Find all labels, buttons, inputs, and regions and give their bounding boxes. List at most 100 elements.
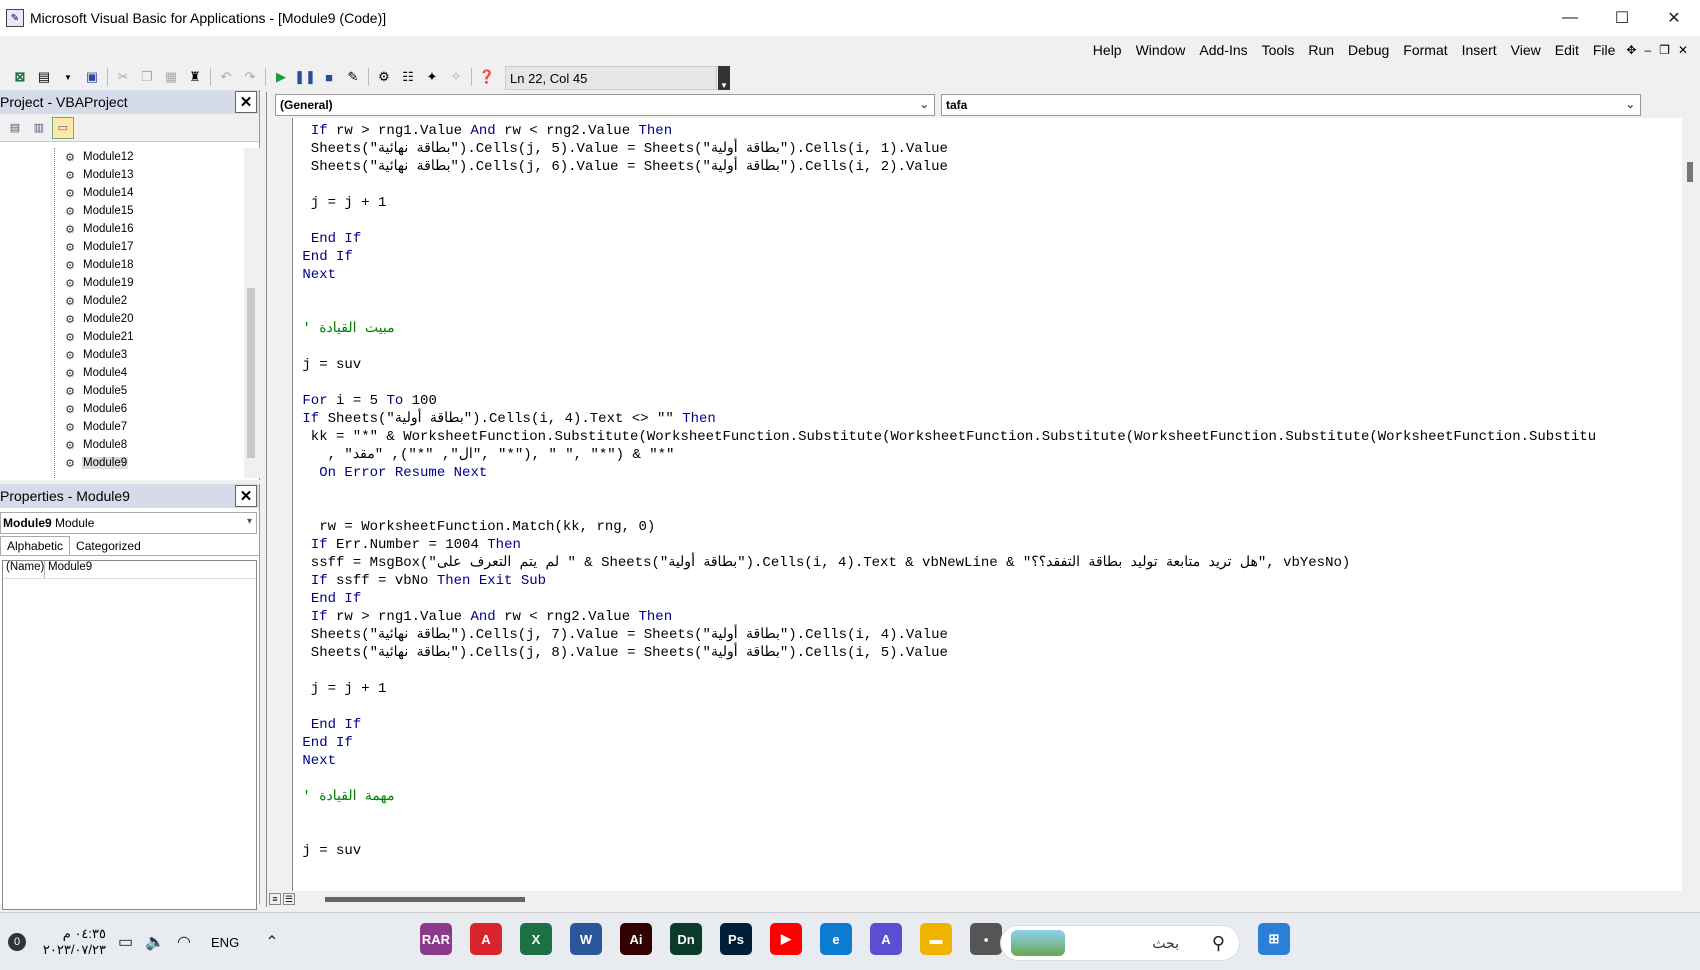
tree-item-module[interactable]: ⚙ Module15 xyxy=(0,202,244,220)
redo-icon[interactable]: ↷ xyxy=(238,66,262,88)
excel-view-icon[interactable]: ⊠ xyxy=(8,66,32,88)
menu-insert[interactable]: Insert xyxy=(1455,42,1504,58)
winrar-app-icon[interactable]: RAR xyxy=(420,923,452,955)
code-editor[interactable]: If rw > rng1.Value And rw < rng2.Value T… xyxy=(294,122,1672,892)
reset-icon[interactable]: ■ xyxy=(317,66,341,88)
code-line[interactable] xyxy=(294,212,1672,230)
menu-add-ins[interactable]: Add-Ins xyxy=(1192,42,1254,58)
wifi-icon[interactable]: ◠ xyxy=(177,932,191,952)
code-line[interactable]: ' مهمة القيادة xyxy=(294,788,1672,806)
tab-alphabetic[interactable]: Alphabetic xyxy=(0,536,71,555)
code-line[interactable] xyxy=(294,500,1672,518)
tree-item-module[interactable]: ⚙ Module4 xyxy=(0,364,244,382)
code-line[interactable]: j = suv xyxy=(294,842,1672,860)
chevron-up-icon[interactable]: ⌃ xyxy=(265,932,278,952)
tree-item-module[interactable]: ⚙ Module19 xyxy=(0,274,244,292)
code-line[interactable] xyxy=(294,338,1672,356)
code-line[interactable]: If Err.Number = 1004 Then xyxy=(294,536,1672,554)
code-line[interactable]: j = j + 1 xyxy=(294,680,1672,698)
code-line[interactable] xyxy=(294,824,1672,842)
vertical-scrollbar[interactable] xyxy=(1682,118,1700,893)
procedure-view-icon[interactable]: ≡ xyxy=(269,893,281,905)
close-icon[interactable]: ✕ xyxy=(235,91,257,113)
menu-debug[interactable]: Debug xyxy=(1341,42,1396,58)
code-line[interactable]: Sheets("بطاقة نهائية").Cells(j, 5).Value… xyxy=(294,140,1672,158)
code-line[interactable]: End If xyxy=(294,230,1672,248)
dimension-app-icon[interactable]: Dn xyxy=(670,923,702,955)
notification-badge[interactable]: 0 xyxy=(8,933,26,951)
tree-item-module[interactable]: ⚙ Module13 xyxy=(0,166,244,184)
tree-item-module[interactable]: ⚙ Module16 xyxy=(0,220,244,238)
code-line[interactable] xyxy=(294,698,1672,716)
code-line[interactable]: j = j + 1 xyxy=(294,194,1672,212)
code-line[interactable]: Next xyxy=(294,266,1672,284)
code-line[interactable]: Sheets("بطاقة نهائية").Cells(j, 6).Value… xyxy=(294,158,1672,176)
cut-icon[interactable]: ✂ xyxy=(111,66,135,88)
code-line[interactable]: Next xyxy=(294,752,1672,770)
code-line[interactable]: ssff = MsgBox("لم يتم التعرف على " & She… xyxy=(294,554,1672,572)
code-line[interactable]: End If xyxy=(294,716,1672,734)
code-line[interactable] xyxy=(294,806,1672,824)
code-line[interactable]: j = suv xyxy=(294,356,1672,374)
procedure-dropdown[interactable]: tafa ⌄ xyxy=(941,94,1641,116)
code-line[interactable] xyxy=(294,302,1672,320)
chevron-down-icon[interactable]: ▼ xyxy=(56,66,80,88)
copy-icon[interactable]: ❐ xyxy=(135,66,159,88)
tree-item-module[interactable]: ⚙ Module9 xyxy=(0,454,244,472)
menu-format[interactable]: Format xyxy=(1396,42,1454,58)
close-icon[interactable]: ✕ xyxy=(1648,0,1700,36)
toolbar-options-icon[interactable]: ▼ xyxy=(718,66,730,90)
run-icon[interactable]: ▶ xyxy=(269,66,293,88)
code-line[interactable]: If Sheets("بطاقة أولية").Cells(i, 4).Tex… xyxy=(294,410,1672,428)
maximize-icon[interactable]: ☐ xyxy=(1596,0,1648,36)
paste-icon[interactable]: ▦ xyxy=(159,66,183,88)
code-line[interactable] xyxy=(294,284,1672,302)
code-line[interactable] xyxy=(294,770,1672,788)
code-line[interactable] xyxy=(294,374,1672,392)
tree-item-module[interactable]: ⚙ Module20 xyxy=(0,310,244,328)
tree-item-module[interactable]: ⚙ Module2 xyxy=(0,292,244,310)
tree-item-module[interactable]: ⚙ Module6 xyxy=(0,400,244,418)
tree-item-module[interactable]: ⚙ Module7 xyxy=(0,418,244,436)
word-app-icon[interactable]: W xyxy=(570,923,602,955)
edge-app-icon[interactable]: e xyxy=(820,923,852,955)
project-explorer-icon[interactable]: ⚙ xyxy=(372,66,396,88)
tree-item-module[interactable]: ⚙ Module8 xyxy=(0,436,244,454)
save-icon[interactable]: ▣ xyxy=(80,66,104,88)
vba-mdi-icon[interactable]: ✥ xyxy=(1622,43,1640,57)
tree-scrollbar[interactable] xyxy=(244,148,260,478)
language-indicator[interactable]: ENG xyxy=(211,935,239,950)
code-line[interactable] xyxy=(294,176,1672,194)
menu-run[interactable]: Run xyxy=(1301,42,1341,58)
photoshop-app-icon[interactable]: Ps xyxy=(720,923,752,955)
view-object-icon[interactable]: ▥ xyxy=(28,117,50,139)
clock[interactable]: ٠٤:٣٥ م ٢٠٢٣/٠٧/٢٣ xyxy=(36,926,106,958)
object-select[interactable]: Module9 Module ▾ xyxy=(0,512,257,534)
mdi-close-icon[interactable]: ✕ xyxy=(1674,43,1692,57)
object-dropdown[interactable]: (General) ⌄ xyxy=(275,94,935,116)
help-icon[interactable]: ❓ xyxy=(475,66,499,88)
editor-app-icon[interactable]: A xyxy=(870,923,902,955)
code-line[interactable] xyxy=(294,662,1672,680)
battery-icon[interactable]: ▭ xyxy=(118,932,133,952)
close-icon[interactable]: ✕ xyxy=(235,485,257,507)
property-row[interactable]: (Name) Module9 xyxy=(3,561,256,579)
excel-app-icon[interactable]: X xyxy=(520,923,552,955)
illustrator-app-icon[interactable]: Ai xyxy=(620,923,652,955)
toolbox-icon[interactable]: ✧ xyxy=(444,66,468,88)
menu-view[interactable]: View xyxy=(1504,42,1548,58)
code-line[interactable]: If ssff = vbNo Then Exit Sub xyxy=(294,572,1672,590)
code-line[interactable]: ' مبيت القيادة xyxy=(294,320,1672,338)
tab-categorized[interactable]: Categorized xyxy=(70,537,147,555)
tree-item-module[interactable]: ⚙ Module5 xyxy=(0,382,244,400)
code-line[interactable]: For i = 5 To 100 xyxy=(294,392,1672,410)
full-module-view-icon[interactable]: ☰ xyxy=(283,893,295,905)
toggle-folders-icon[interactable]: ▭ xyxy=(52,116,74,139)
acrobat-app-icon[interactable]: A xyxy=(470,923,502,955)
menu-window[interactable]: Window xyxy=(1129,42,1193,58)
minimize-icon[interactable]: — xyxy=(1544,0,1596,36)
view-code-icon[interactable]: ▤ xyxy=(4,117,26,139)
code-line[interactable]: , "ال", "*"), "مقد", "*"), " ", "*") & "… xyxy=(294,446,1672,464)
code-line[interactable]: If rw > rng1.Value And rw < rng2.Value T… xyxy=(294,122,1672,140)
find-icon[interactable]: ♜ xyxy=(183,66,207,88)
